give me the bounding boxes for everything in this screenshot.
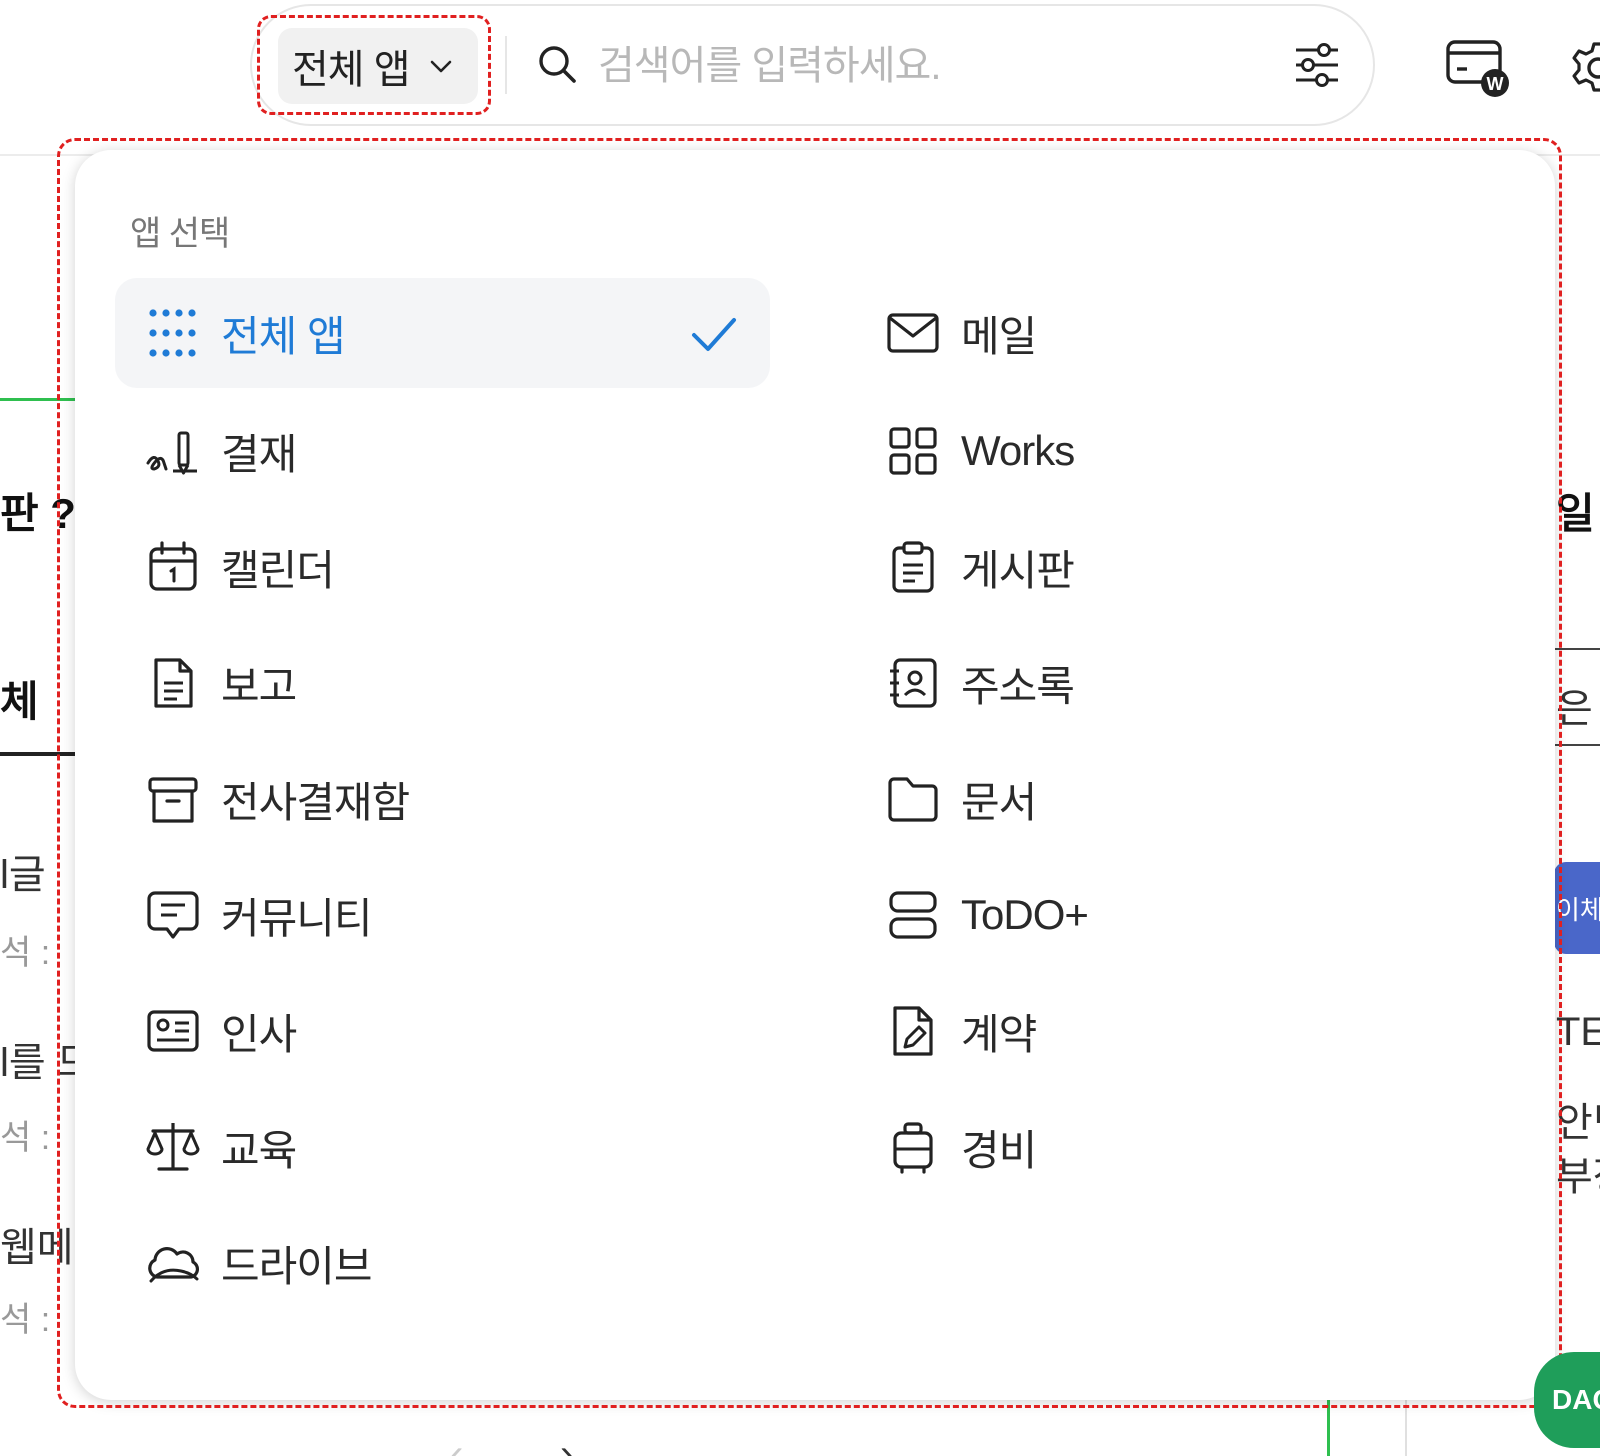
background-badge: 이체 xyxy=(1554,862,1600,954)
search-icon[interactable] xyxy=(535,42,579,86)
four-squares-icon xyxy=(889,427,937,475)
background-tab-indicator xyxy=(0,398,75,401)
app-option-drive[interactable]: 드라이브 xyxy=(115,1208,770,1318)
grid-dots-icon xyxy=(149,309,196,357)
chevron-left-icon[interactable]: ‹ xyxy=(450,1432,463,1456)
top-bar: 전체 앱 W xyxy=(0,0,1600,156)
app-option-works[interactable]: Works xyxy=(855,396,1455,506)
dropdown-heading: 앱 선택 xyxy=(130,215,230,253)
app-option-label: 문서 xyxy=(961,778,1037,826)
folder-icon xyxy=(888,777,938,822)
search-input[interactable] xyxy=(598,30,1238,102)
app-select-dropdown: 앱 선택 전체 앱 결재 캘린더 보고 전사결재함 커뮤니티 인사 교육 드라이… xyxy=(75,150,1555,1400)
settings-gear-icon[interactable] xyxy=(1570,40,1600,96)
chat-bubble-icon xyxy=(147,891,199,939)
stacked-boxes-icon xyxy=(889,891,937,939)
app-option-calendar[interactable]: 캘린더 xyxy=(115,512,770,622)
checkmark-icon xyxy=(692,318,736,351)
id-card-icon xyxy=(147,1010,199,1052)
contract-pen-icon xyxy=(893,1006,933,1056)
archive-box-icon xyxy=(148,777,198,823)
scale-icon xyxy=(146,1123,200,1171)
app-option-label: 게시판 xyxy=(961,546,1075,594)
background-divider xyxy=(1327,1400,1330,1456)
background-post-fragment: 웹메 xyxy=(0,1226,74,1270)
app-option-label: 전체 앱 xyxy=(221,312,346,360)
app-option-label: 드라이브 xyxy=(221,1242,373,1290)
app-option-label: 경비 xyxy=(961,1126,1037,1174)
background-title-fragment: 판 ? xyxy=(0,490,76,537)
app-option-label: 메일 xyxy=(961,312,1037,360)
background-meta-fragment: 석 : xyxy=(0,1301,51,1339)
background-tab-underline xyxy=(0,752,75,756)
app-option-report[interactable]: 보고 xyxy=(115,628,770,738)
app-option-address-book[interactable]: 주소록 xyxy=(855,628,1455,738)
app-option-label: Works xyxy=(961,427,1075,474)
app-option-all[interactable]: 전체 앱 xyxy=(115,278,770,388)
app-option-education[interactable]: 교육 xyxy=(115,1092,770,1202)
address-book-icon xyxy=(890,658,937,708)
app-option-label: 인사 xyxy=(221,1010,297,1058)
mail-icon xyxy=(887,313,939,353)
app-option-contract[interactable]: 계약 xyxy=(855,976,1455,1086)
app-option-approval[interactable]: 결재 xyxy=(115,396,770,506)
app-option-label: 결재 xyxy=(221,430,297,478)
app-option-board[interactable]: 게시판 xyxy=(855,512,1455,622)
background-divider xyxy=(1555,744,1600,746)
background-meta-fragment: 석 : xyxy=(0,934,51,972)
clipboard-icon xyxy=(892,541,934,593)
background-post-fragment: 안녕 xyxy=(1556,1101,1600,1145)
app-option-expense[interactable]: 경비 xyxy=(855,1092,1455,1202)
calendar-icon xyxy=(149,541,197,591)
chevron-down-icon xyxy=(430,60,451,73)
filter-sliders-icon[interactable] xyxy=(1292,40,1342,90)
background-avatar-badge: DAC xyxy=(1534,1352,1600,1448)
app-option-label: 주소록 xyxy=(961,662,1075,710)
app-scope-label: 전체 앱 xyxy=(292,48,411,92)
background-post-fragment: 부장 xyxy=(1556,1155,1600,1199)
app-option-label: 계약 xyxy=(961,1010,1037,1058)
card-wallet-icon[interactable]: W xyxy=(1445,36,1511,100)
background-divider xyxy=(1405,1400,1407,1456)
report-document-icon xyxy=(154,658,193,708)
app-option-label: 캘린더 xyxy=(221,546,335,594)
chevron-right-icon[interactable]: › xyxy=(560,1432,573,1456)
background-divider xyxy=(1555,648,1600,650)
app-option-label: 커뮤니티 xyxy=(221,894,373,942)
background-post-fragment: l글 xyxy=(0,853,46,897)
svg-text:W: W xyxy=(1487,74,1504,94)
cloud-icon xyxy=(148,1247,200,1283)
background-meta-fragment: 석 : xyxy=(0,1119,51,1157)
app-option-todo[interactable]: ToDO+ xyxy=(855,860,1455,970)
app-option-community[interactable]: 커뮤니티 xyxy=(115,860,770,970)
background-tab-fragment: 체 xyxy=(0,678,39,725)
app-option-documents[interactable]: 문서 xyxy=(855,744,1455,854)
app-option-label: 전사결재함 xyxy=(221,778,410,826)
app-option-company-approval-box[interactable]: 전사결재함 xyxy=(115,744,770,854)
background-post-fragment: TES xyxy=(1556,1010,1600,1054)
app-option-label: ToDO+ xyxy=(961,891,1089,938)
app-option-mail[interactable]: 메일 xyxy=(855,278,1455,388)
app-scope-dropdown-button[interactable]: 전체 앱 xyxy=(278,28,478,104)
background-title-fragment: 일 ㄹ xyxy=(1556,490,1600,537)
search-divider xyxy=(505,36,507,94)
app-option-label: 보고 xyxy=(221,662,297,710)
background-tab-fragment: 은ㄷ xyxy=(1556,687,1600,731)
luggage-icon xyxy=(893,1122,933,1174)
app-option-hr[interactable]: 인사 xyxy=(115,976,770,1086)
signature-icon xyxy=(146,431,197,475)
app-option-label: 교육 xyxy=(221,1126,297,1174)
